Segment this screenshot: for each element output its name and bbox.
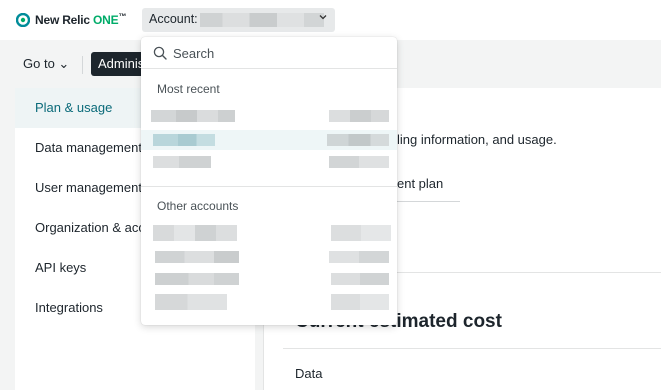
account-option[interactable] <box>141 223 397 243</box>
cost-divider <box>283 348 661 349</box>
account-id-redacted <box>331 294 389 310</box>
billing-description: ling information, and usage. <box>397 132 557 147</box>
account-name-redacted <box>153 156 211 168</box>
plan-divider <box>397 201 460 202</box>
account-id-redacted <box>329 156 389 168</box>
account-name-redacted <box>153 134 215 146</box>
account-name-redacted <box>153 225 237 241</box>
account-search-field[interactable]: Search <box>141 37 397 68</box>
account-option[interactable] <box>141 130 397 150</box>
account-id-redacted <box>329 251 389 263</box>
account-option[interactable] <box>141 152 397 172</box>
account-option[interactable] <box>141 269 397 289</box>
chevron-down-icon <box>319 13 327 23</box>
account-name-redacted <box>155 251 239 263</box>
new-relic-logo-icon <box>15 12 31 27</box>
search-placeholder: Search <box>173 46 215 61</box>
section-divider <box>397 272 661 273</box>
account-label: Account: <box>149 12 198 26</box>
account-name-redacted <box>151 110 235 122</box>
account-name-redacted <box>155 294 227 310</box>
account-name-redacted <box>155 273 239 285</box>
account-id-redacted <box>329 110 389 122</box>
nav-divider <box>82 56 83 74</box>
new-relic-logo[interactable]: New Relic ONE™ <box>15 12 126 27</box>
logo-text: New Relic ONE™ <box>35 12 126 27</box>
account-id-redacted <box>331 273 389 285</box>
logo-name: New Relic <box>35 13 90 27</box>
top-bar: New Relic ONE™ Account: <box>0 0 661 40</box>
logo-one: ONE <box>93 13 119 27</box>
search-icon <box>153 46 167 60</box>
dropdown-divider <box>141 68 397 69</box>
most-recent-heading: Most recent <box>157 82 220 96</box>
plan-link[interactable]: ent plan <box>397 176 443 191</box>
account-dropdown: Search Most recent Other accounts <box>141 37 397 325</box>
account-id-redacted <box>327 134 389 146</box>
goto-menu[interactable]: Go to ⌄ <box>23 56 69 72</box>
account-option[interactable] <box>141 292 397 312</box>
logo-trademark: ™ <box>118 12 127 21</box>
account-option[interactable] <box>141 247 397 267</box>
account-name-redacted <box>200 13 324 27</box>
dropdown-divider <box>141 186 397 187</box>
other-accounts-heading: Other accounts <box>157 199 239 213</box>
account-id-redacted <box>331 225 391 241</box>
account-option[interactable] <box>141 106 397 126</box>
account-selector-button[interactable]: Account: <box>142 8 335 32</box>
data-row-label: Data <box>295 366 323 381</box>
